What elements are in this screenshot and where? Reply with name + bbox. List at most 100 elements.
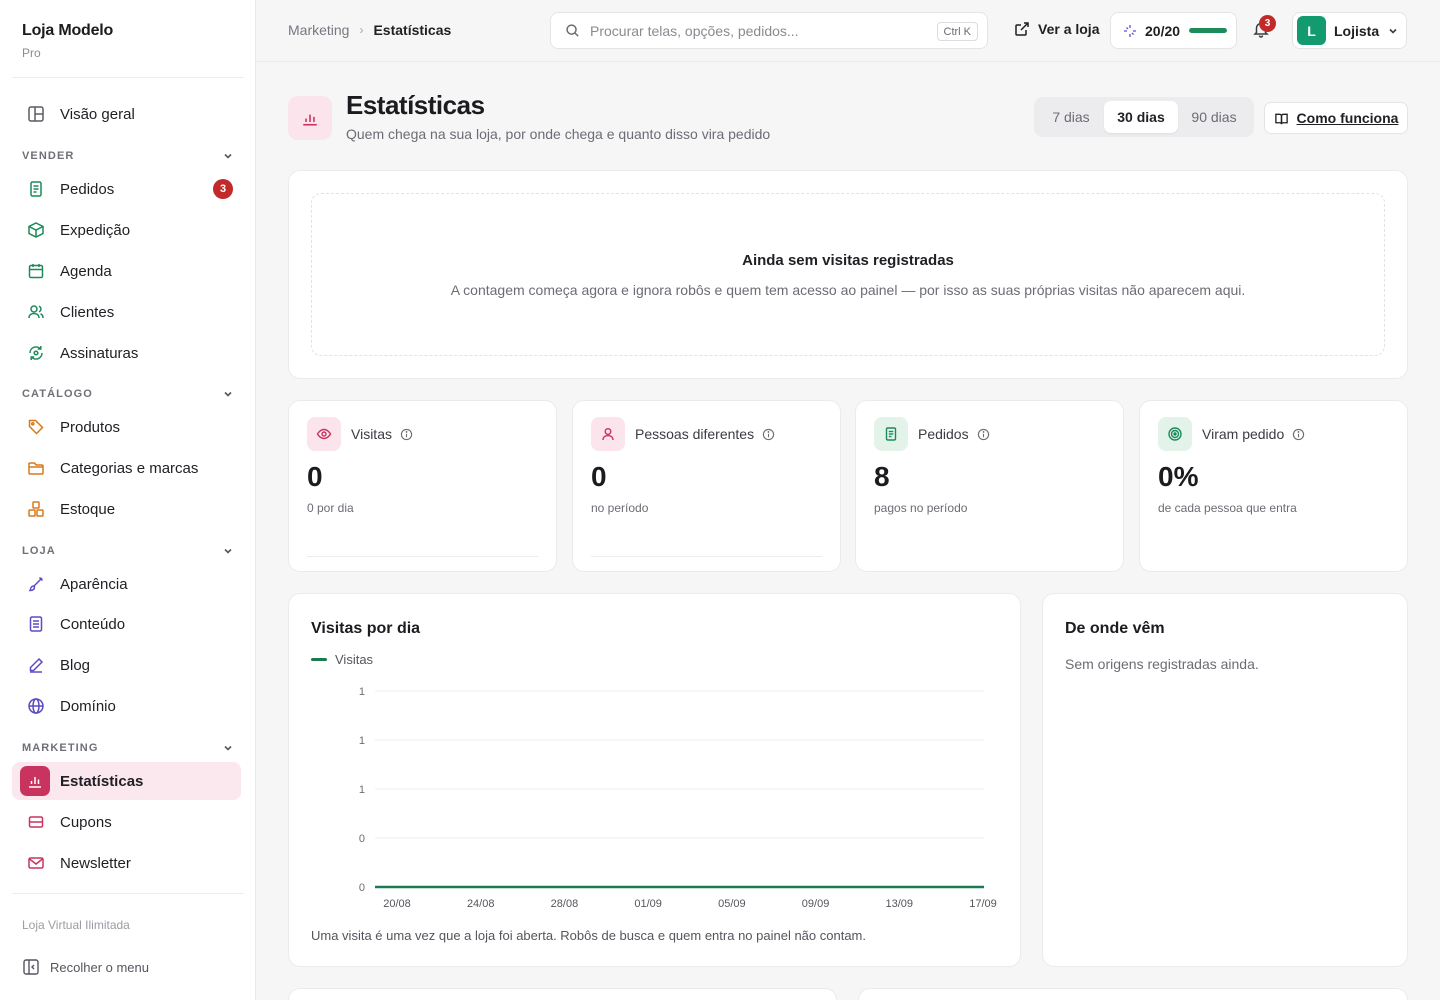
user-menu[interactable]: L Lojista [1292, 12, 1407, 49]
sidebar-collapse-icon [23, 959, 39, 975]
range-selector: 7 dias 30 dias 90 dias [1034, 97, 1254, 137]
bar-chart-icon [20, 766, 50, 796]
sidebar-item-label: Newsletter [60, 854, 131, 872]
visits-chart-card: Visitas por dia Visitas 1 1 1 0 0 20/08 24/08 2… [288, 593, 1021, 967]
y-tick-label: 1 [359, 735, 365, 747]
mail-icon [22, 854, 50, 872]
tag-icon [22, 418, 50, 436]
avatar: L [1297, 16, 1326, 45]
page-subtitle: Quem chega na sua loja, por onde chega e… [346, 126, 771, 142]
section-toggle-vender[interactable]: VENDER [22, 150, 234, 162]
section-toggle-marketing[interactable]: MARKETING [22, 742, 234, 754]
y-tick-label: 1 [359, 686, 365, 698]
brand[interactable]: Loja Modelo Pro [22, 22, 113, 60]
section-title: VENDER [22, 150, 75, 162]
sidebar-item-newsletter[interactable]: Newsletter [12, 844, 241, 882]
page-title: Estatísticas [346, 90, 485, 120]
view-store-link[interactable]: Ver a loja [1014, 21, 1099, 37]
sidebar-divider [12, 77, 244, 78]
x-tick-label: 01/09 [634, 898, 662, 910]
search-icon [566, 24, 579, 37]
user-name: Lojista [1334, 22, 1380, 39]
info-icon[interactable] [1292, 428, 1305, 441]
orders-count-badge: 3 [213, 179, 233, 199]
search-box[interactable]: Ctrl K [550, 12, 988, 49]
folder-icon [22, 459, 50, 477]
sidebar-item-label: Aparência [60, 575, 128, 593]
empty-state-title: Ainda sem visitas registradas [742, 252, 954, 269]
person-icon [591, 417, 625, 451]
bottom-card-right [858, 988, 1408, 1000]
store-name: Loja Modelo [22, 22, 114, 39]
sidebar-item-cupons[interactable]: Cupons [12, 803, 241, 841]
range-30-days[interactable]: 30 dias [1104, 101, 1178, 133]
topbar: Marketing › Estatísticas Ctrl K Ver a lo… [256, 0, 1440, 62]
stat-card-conversao: Viram pedido 0% de cada pessoa que entra [1139, 400, 1408, 572]
sidebar-item-pedidos[interactable]: Pedidos 3 [12, 170, 241, 208]
stat-label: Visitas [351, 426, 413, 442]
range-7-days[interactable]: 7 dias [1038, 101, 1104, 133]
range-90-days[interactable]: 90 dias [1178, 101, 1250, 133]
external-link-icon [1015, 22, 1029, 36]
stat-sparkline-baseline [591, 556, 822, 557]
stat-label-text: Pessoas diferentes [635, 426, 755, 442]
info-icon[interactable] [762, 428, 775, 441]
sidebar-item-clientes[interactable]: Clientes [12, 293, 241, 331]
collapse-menu-button[interactable]: Recolher o menu [22, 958, 149, 976]
stat-value: 8 [874, 461, 890, 492]
breadcrumb-marketing[interactable]: Marketing [288, 22, 349, 38]
stat-label: Pedidos [918, 426, 990, 442]
search-input[interactable] [590, 22, 930, 39]
sidebar-item-agenda[interactable]: Agenda [12, 252, 241, 290]
stat-subtext: no período [591, 501, 649, 515]
stat-card-pessoas: Pessoas diferentes 0 no período [572, 400, 841, 572]
sidebar-item-produtos[interactable]: Produtos [12, 408, 241, 446]
sidebar-item-conteudo[interactable]: Conteúdo [12, 605, 241, 643]
visits-line-chart: 1 1 1 0 0 20/08 24/08 28/08 01/09 05/09 09/09 13/09… [359, 686, 997, 910]
chart-title: Visitas por dia [311, 620, 421, 637]
sidebar-divider [12, 893, 244, 894]
sidebar-item-label: Pedidos [60, 180, 115, 198]
eye-icon [307, 417, 341, 451]
book-icon [1274, 113, 1288, 124]
sidebar-item-label: Cupons [60, 813, 112, 831]
section-toggle-loja[interactable]: LOJA [22, 545, 234, 557]
stat-subtext: de cada pessoa que entra [1158, 501, 1297, 515]
refresh-icon [22, 344, 50, 362]
stat-card-visitas: Visitas 0 0 por dia [288, 400, 557, 572]
info-icon[interactable] [400, 428, 413, 441]
sidebar-item-label: Domínio [60, 697, 116, 715]
stat-subtext: pagos no período [874, 501, 968, 515]
y-tick-label: 1 [359, 784, 365, 796]
section-title: CATÁLOGO [22, 388, 93, 400]
x-tick-label: 05/09 [718, 898, 746, 910]
layout-icon [22, 105, 50, 123]
chevron-down-icon [224, 391, 232, 397]
sidebar-item-blog[interactable]: Blog [12, 646, 241, 684]
sidebar-item-label: Agenda [60, 262, 112, 280]
sidebar-item-overview[interactable]: Visão geral [12, 95, 241, 133]
empty-state-message: A contagem começa agora e ignora robôs e… [450, 282, 1246, 298]
sidebar-item-assinaturas[interactable]: Assinaturas [12, 334, 241, 372]
how-it-works-button[interactable]: Como funciona [1264, 102, 1408, 134]
sidebar-item-estoque[interactable]: Estoque [12, 490, 241, 528]
page-icon [288, 96, 332, 140]
section-toggle-catalogo[interactable]: CATÁLOGO [22, 388, 234, 400]
sidebar-item-estatisticas[interactable]: Estatísticas [12, 762, 241, 800]
sidebar-item-dominio[interactable]: Domínio [12, 687, 241, 725]
sparkle-icon [1124, 24, 1136, 37]
receipt-icon [22, 180, 50, 198]
coupon-icon [22, 813, 50, 831]
score-progress-bar [1189, 28, 1228, 33]
x-tick-label: 17/09 [969, 898, 997, 910]
info-icon[interactable] [977, 428, 990, 441]
sidebar-item-label: Estatísticas [60, 772, 144, 790]
setup-score[interactable]: 20/20 [1110, 12, 1237, 49]
x-tick-label: 28/08 [551, 898, 579, 910]
score-progress-fill [1189, 28, 1228, 33]
sidebar-item-categorias[interactable]: Categorias e marcas [12, 449, 241, 487]
sidebar-item-expedicao[interactable]: Expedição [12, 211, 241, 249]
collapse-label: Recolher o menu [50, 959, 149, 975]
bar-chart-icon [303, 114, 317, 126]
sidebar-item-aparencia[interactable]: Aparência [12, 565, 241, 603]
